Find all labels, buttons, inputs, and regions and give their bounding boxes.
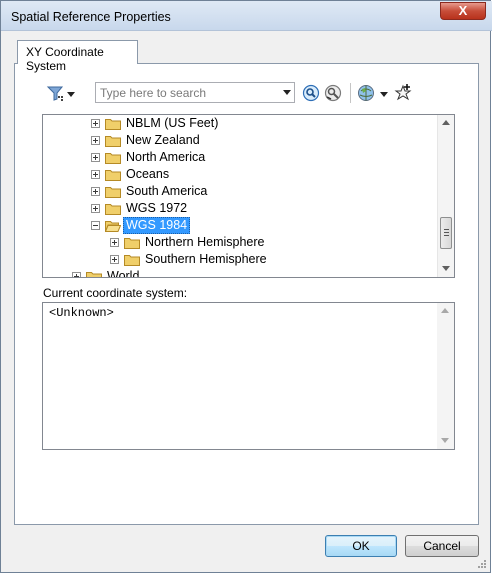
- filter-icon: [46, 86, 75, 101]
- folder-icon: [105, 204, 121, 215]
- scroll-thumb[interactable]: [440, 217, 452, 249]
- ok-button[interactable]: OK: [325, 535, 397, 557]
- folder-icon: [124, 255, 140, 266]
- tree-item-world[interactable]: World: [43, 268, 439, 278]
- tree-item-wgs-1972[interactable]: WGS 1972: [43, 200, 439, 217]
- collapse-icon[interactable]: [91, 221, 100, 230]
- current-system-label: Current coordinate system:: [43, 286, 188, 300]
- tree-item-nblm[interactable]: NBLM (US Feet): [43, 115, 439, 132]
- tree-item-label: WGS 1972: [126, 201, 188, 215]
- search-input[interactable]: [100, 84, 272, 101]
- title-bar[interactable]: Spatial Reference Properties X: [1, 1, 492, 31]
- clear-search-icon: [324, 84, 342, 102]
- grip-line: [444, 229, 449, 230]
- scroll-up-icon[interactable]: [442, 120, 450, 125]
- folder-icon: [105, 187, 121, 198]
- current-system-value: <Unknown>: [49, 306, 114, 320]
- tree-item-label: World: [107, 269, 140, 278]
- expand-icon[interactable]: [91, 204, 100, 213]
- search-icon: [302, 84, 320, 102]
- tree-item-north-america[interactable]: North America: [43, 149, 439, 166]
- chevron-down-icon[interactable]: [283, 90, 291, 95]
- current-system-box[interactable]: <Unknown>: [42, 302, 455, 450]
- clear-search-button[interactable]: [324, 84, 342, 102]
- tree-item-label: Oceans: [126, 167, 170, 181]
- tree-item-label: New Zealand: [126, 133, 200, 147]
- search-field[interactable]: [95, 82, 295, 103]
- globe-icon: [358, 85, 388, 101]
- expand-icon[interactable]: [91, 119, 100, 128]
- folder-icon: [105, 153, 121, 164]
- close-button[interactable]: X: [440, 2, 486, 20]
- expand-icon[interactable]: [110, 238, 119, 247]
- tree-item-label: South America: [126, 184, 208, 198]
- folder-icon: [105, 119, 121, 130]
- filter-button[interactable]: [46, 84, 76, 102]
- search-button[interactable]: [302, 84, 320, 102]
- dialog-window: Spatial Reference Properties X XY Coordi…: [0, 0, 492, 573]
- scroll-up-icon[interactable]: [441, 308, 449, 313]
- window-title: Spatial Reference Properties: [11, 10, 171, 24]
- tree-item-label: North America: [126, 150, 206, 164]
- tree-item-wgs-1984[interactable]: WGS 1984: [43, 217, 439, 234]
- tree-item-label: Southern Hemisphere: [145, 252, 267, 266]
- scroll-down-icon[interactable]: [442, 266, 450, 271]
- add-favorite-icon: [394, 84, 412, 101]
- tree-item-oceans[interactable]: Oceans: [43, 166, 439, 183]
- folder-icon: [105, 170, 121, 181]
- resize-grip-icon[interactable]: [477, 559, 487, 569]
- tree-item-label: Northern Hemisphere: [145, 235, 265, 249]
- tab-xy-coordinate-system[interactable]: XY Coordinate System: [17, 40, 138, 73]
- add-favorite-button[interactable]: [394, 83, 414, 103]
- tree-item-label: NBLM (US Feet): [126, 116, 219, 130]
- folder-icon: [105, 136, 121, 147]
- expand-icon[interactable]: [91, 153, 100, 162]
- tree-item-southern-hemisphere[interactable]: Southern Hemisphere: [43, 251, 439, 268]
- folder-icon: [124, 238, 140, 249]
- coordinate-system-tree[interactable]: NBLM (US Feet) New Zealand North America…: [42, 114, 455, 278]
- details-scrollbar[interactable]: [437, 303, 454, 449]
- expand-icon[interactable]: [72, 272, 81, 277]
- tree-scrollbar[interactable]: [437, 115, 454, 277]
- cancel-button[interactable]: Cancel: [405, 535, 479, 557]
- expand-icon[interactable]: [91, 136, 100, 145]
- expand-icon[interactable]: [91, 170, 100, 179]
- expand-icon[interactable]: [91, 187, 100, 196]
- grip-line: [444, 235, 449, 236]
- toolbar-separator: [350, 83, 351, 103]
- tree-item-new-zealand[interactable]: New Zealand: [43, 132, 439, 149]
- tree-item-label: WGS 1984: [123, 217, 191, 234]
- grip-line: [444, 232, 449, 233]
- expand-icon[interactable]: [110, 255, 119, 264]
- scroll-down-icon[interactable]: [441, 438, 449, 443]
- folder-icon: [86, 272, 102, 277]
- tree-item-northern-hemisphere[interactable]: Northern Hemisphere: [43, 234, 439, 251]
- close-icon: X: [458, 3, 468, 18]
- tab-label: XY Coordinate System: [26, 45, 104, 73]
- tree-item-south-america[interactable]: South America: [43, 183, 439, 200]
- folder-open-icon: [105, 221, 121, 232]
- globe-dropdown-button[interactable]: [357, 84, 391, 102]
